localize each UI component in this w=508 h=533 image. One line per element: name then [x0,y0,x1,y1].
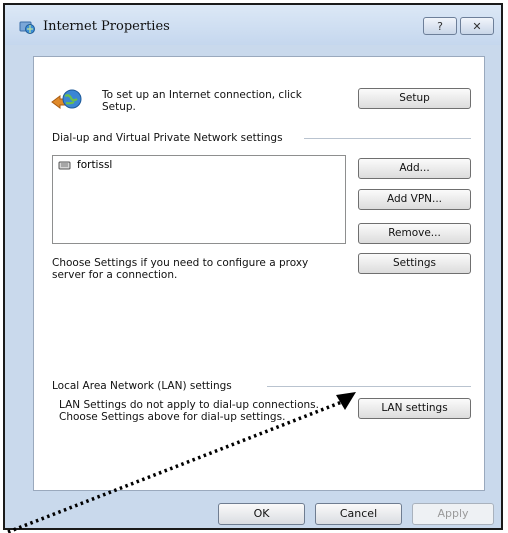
setup-button[interactable]: Setup [358,88,471,109]
settings-button[interactable]: Settings [358,253,471,274]
connection-item-fortissl[interactable]: fortissl [77,159,112,171]
lan-text-line1: LAN Settings do not apply to dial-up con… [59,399,319,411]
title-bar[interactable]: Internet Properties ? ✕ [5,5,501,45]
dialup-group-divider [304,138,471,139]
remove-button[interactable]: Remove... [358,223,471,244]
add-vpn-button[interactable]: Add VPN... [358,189,471,210]
lan-group-label: Local Area Network (LAN) settings [52,380,232,392]
help-button[interactable]: ? [423,17,457,35]
proxy-text-line1: Choose Settings if you need to configure… [52,257,309,269]
setup-text-line2: Setup. [102,101,136,113]
dialup-group-label: Dial-up and Virtual Private Network sett… [52,132,283,144]
connections-listbox[interactable]: fortissl [52,155,346,244]
dialup-connection-icon [58,161,71,170]
cancel-button[interactable]: Cancel [315,503,402,525]
apply-button[interactable]: Apply [412,503,494,525]
connections-tab-panel: To set up an Internet connection, click … [33,56,485,491]
setup-text-line1: To set up an Internet connection, click [102,89,302,101]
internet-properties-icon [19,21,35,34]
lan-group-divider [267,386,471,387]
window-title: Internet Properties [43,19,170,34]
lan-settings-button[interactable]: LAN settings [358,398,471,419]
internet-properties-window: Internet Properties ? ✕ To set up an Int… [3,3,503,530]
ok-button[interactable]: OK [218,503,305,525]
close-button[interactable]: ✕ [460,17,494,35]
proxy-text-line2: server for a connection. [52,269,178,281]
globe-connection-icon [51,89,82,109]
add-button[interactable]: Add... [358,158,471,179]
lan-text-line2: Choose Settings above for dial-up settin… [59,411,286,423]
